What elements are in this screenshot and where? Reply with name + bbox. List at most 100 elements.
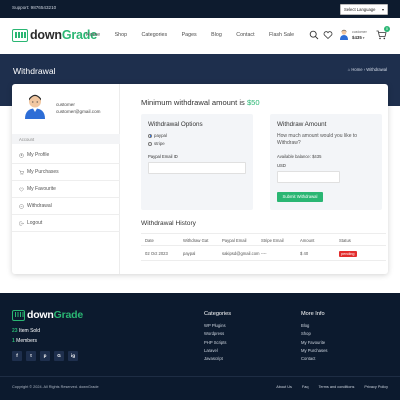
sidebar-item-my-favourite[interactable]: My Favourite xyxy=(12,181,120,198)
radio-paypal-indicator[interactable] xyxy=(148,133,152,138)
site-header: downGrade Home Shop Categories Pages Blo… xyxy=(0,18,400,54)
footer-link-about[interactable]: About Us xyxy=(276,385,292,389)
nav-contact[interactable]: Contact xyxy=(236,32,254,38)
logo-icon xyxy=(12,309,25,321)
footer-categories-heading: Categories xyxy=(204,311,232,317)
top-bar: Support: 9876543210 Select Language ▾ xyxy=(0,0,400,18)
footer-link[interactable]: Wordpress xyxy=(204,331,231,339)
members-stat: 1 Members xyxy=(12,338,37,344)
facebook-icon[interactable]: f xyxy=(12,351,22,361)
heart-icon[interactable] xyxy=(323,30,333,40)
minimum-withdrawal-amount: $50 xyxy=(246,98,260,107)
footer-categories: Categories WP Plugins Wordpress PHP Scri… xyxy=(204,311,231,364)
column-header-status: Status xyxy=(339,238,351,244)
footer-link[interactable]: Contact xyxy=(301,356,328,364)
withdraw-amount-question: How much amount would you like to Withdr… xyxy=(277,133,358,147)
items-sold-label: Item Sold xyxy=(18,328,41,334)
footer-more-info: More Info Blog Shop My Favourite My Purc… xyxy=(301,311,328,364)
amount-input[interactable] xyxy=(277,171,340,183)
sidebar-item-label: My Purchases xyxy=(27,169,59,175)
cell-paypal-email: sakipsd@gmail.com xyxy=(222,251,260,256)
nav-blog[interactable]: Blog xyxy=(211,32,222,38)
nav-pages[interactable]: Pages xyxy=(182,32,197,38)
column-header-gateway: Withdraw Gat xyxy=(183,238,209,244)
withdrawal-history-table: Date Withdraw Gat Paypal Email Stripe Em… xyxy=(141,233,386,261)
column-header-amount: Amount xyxy=(300,238,315,244)
customer-info[interactable]: customer $435 ▾ xyxy=(352,30,367,40)
profile-email: customer@gmail.com xyxy=(56,109,101,114)
footer-logo-text-main: down xyxy=(27,309,54,321)
wallet-icon xyxy=(19,203,24,209)
sidebar-item-label: Withdrawal xyxy=(27,203,52,209)
google-icon[interactable]: G xyxy=(54,351,64,361)
avatar[interactable] xyxy=(339,29,349,40)
nav-shop[interactable]: Shop xyxy=(115,32,127,38)
sidebar-item-label: My Favourite xyxy=(27,186,56,192)
paypal-email-input[interactable] xyxy=(148,162,246,174)
cell-date: 02 Oct 2023 xyxy=(145,251,168,256)
footer-link[interactable]: WP Plugins xyxy=(204,323,231,331)
footer-logo[interactable]: downGrade xyxy=(12,309,83,321)
footer-link-privacy[interactable]: Privacy Policy xyxy=(364,385,388,389)
withdrawal-options-panel: Withdrawal Options paypal stripe Paypal … xyxy=(141,114,253,210)
sidebar-item-my-profile[interactable]: My Profile xyxy=(12,147,120,164)
sidebar-item-my-purchases[interactable]: My Purchases xyxy=(12,164,120,181)
radio-stripe-label: stripe xyxy=(154,141,165,146)
table-header-row: Date Withdraw Gat Paypal Email Stripe Em… xyxy=(141,233,386,246)
language-select[interactable]: Select Language ▾ xyxy=(340,3,388,15)
footer-link[interactable]: My Favourite xyxy=(301,340,328,348)
withdraw-amount-heading: Withdraw Amount xyxy=(277,121,327,128)
sidebar-item-label: My Profile xyxy=(27,152,50,158)
nav-home[interactable]: Home xyxy=(86,32,100,38)
footer-link[interactable]: Shop xyxy=(301,331,328,339)
pinterest-icon[interactable]: p xyxy=(40,351,50,361)
profile-summary: customer customer@gmail.com xyxy=(12,84,120,132)
chevron-down-icon: ▾ xyxy=(381,6,384,12)
instagram-icon[interactable]: ig xyxy=(68,351,78,361)
withdrawal-main: Minimum withdrawal amount is $50 Withdra… xyxy=(130,84,388,274)
cell-gateway: paypal xyxy=(183,251,196,256)
footer-bottom-links: About Us Faq Terms and conditions Privac… xyxy=(266,385,388,389)
breadcrumb-home[interactable]: Home xyxy=(351,67,362,72)
nav-flash-sale[interactable]: Flash Sale xyxy=(269,32,294,38)
breadcrumb-current: Withdrawal xyxy=(366,67,387,72)
profile-username: customer xyxy=(56,102,75,107)
withdrawal-history-heading: Withdrawal History xyxy=(141,220,196,227)
sidebar-item-logout[interactable]: Logout xyxy=(12,215,120,232)
footer-link-terms[interactable]: Terms and conditions xyxy=(318,385,354,389)
footer-link[interactable]: Blog xyxy=(301,323,328,331)
chevron-down-icon: ▾ xyxy=(362,35,365,40)
sidebar-item-withdrawal[interactable]: Withdrawal xyxy=(12,198,120,215)
avatar xyxy=(25,94,45,119)
minimum-withdrawal-note: Minimum withdrawal amount is $50 xyxy=(141,98,260,107)
nav-categories[interactable]: Categories xyxy=(142,32,168,38)
language-select-label: Select Language xyxy=(344,7,376,13)
members-count: 1 xyxy=(12,338,15,344)
radio-stripe[interactable]: stripe xyxy=(148,141,165,146)
site-logo[interactable]: downGrade xyxy=(12,28,97,42)
submit-withdrawal-button[interactable]: Submit Withdrawal xyxy=(277,192,323,202)
twitter-icon[interactable]: t xyxy=(26,351,36,361)
radio-paypal[interactable]: paypal xyxy=(148,133,167,138)
radio-paypal-label: paypal xyxy=(154,133,167,138)
items-sold-count: 23 xyxy=(12,328,18,334)
footer-divider xyxy=(0,376,400,377)
column-header-paypal-email: Paypal Email xyxy=(222,238,247,244)
footer-link[interactable]: Laravel xyxy=(204,348,231,356)
support-phone: Support: 9876543210 xyxy=(12,5,57,10)
main-nav: Home Shop Categories Pages Blog Contact … xyxy=(86,32,309,38)
search-icon[interactable] xyxy=(309,30,319,40)
site-footer: downGrade 23 Item Sold 1 Members f t p G… xyxy=(0,293,400,400)
breadcrumb: ⌂ Home › Withdrawal xyxy=(348,67,387,72)
footer-link-faq[interactable]: Faq xyxy=(302,385,309,389)
footer-link[interactable]: Javascript xyxy=(204,356,231,364)
radio-stripe-indicator[interactable] xyxy=(148,141,152,146)
minimum-withdrawal-label: Minimum withdrawal amount is xyxy=(141,98,247,107)
available-balance: Available balance: $435 xyxy=(277,154,322,159)
footer-link[interactable]: My Purchases xyxy=(301,348,328,356)
footer-link[interactable]: PHP Scripts xyxy=(204,340,231,348)
account-sidebar: customer customer@gmail.com Account My P… xyxy=(12,84,120,274)
footer-more-info-heading: More Info xyxy=(301,311,325,317)
status-badge: pending xyxy=(339,250,357,257)
footer-logo-text-accent: Grade xyxy=(53,309,84,321)
